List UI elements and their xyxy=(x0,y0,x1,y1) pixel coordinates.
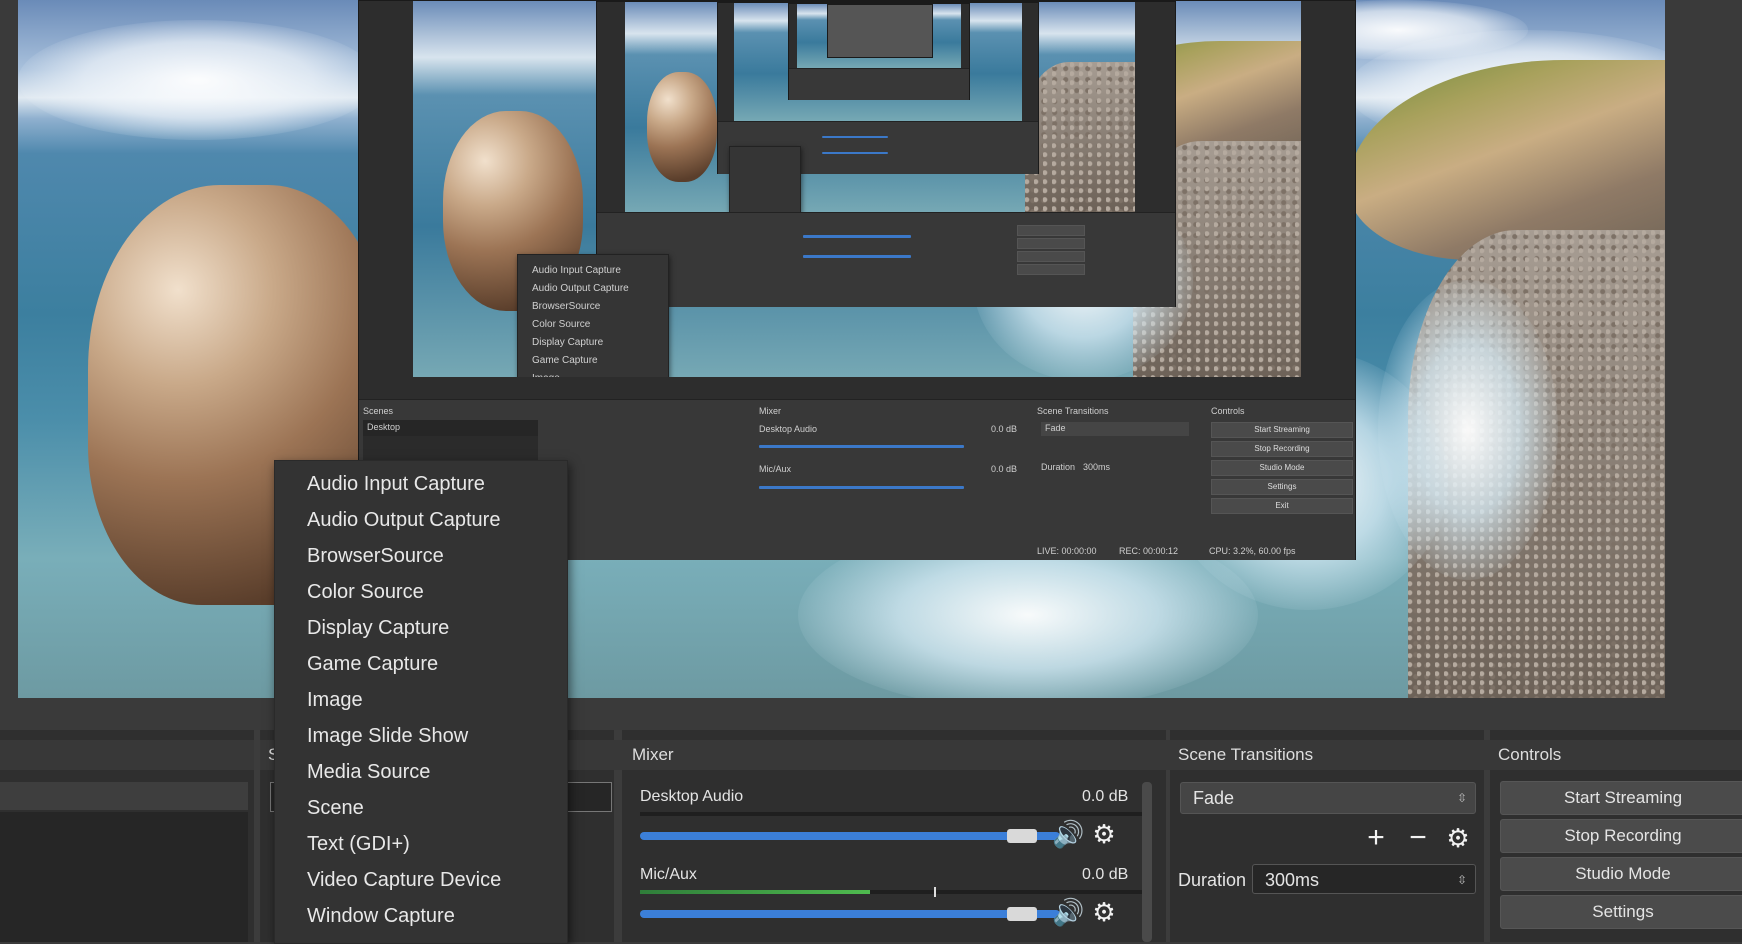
nested-duration-value: 300ms xyxy=(1083,462,1111,472)
scene-list[interactable] xyxy=(0,812,248,942)
nested-controls-title: Controls xyxy=(1211,406,1245,416)
nested-preview: Audio Input Capture Audio Output Capture… xyxy=(413,1,1301,377)
chevron-updown-icon: ⇳ xyxy=(1456,791,1467,805)
menu-item-image[interactable]: Image xyxy=(307,683,363,717)
menu-item-image-slide-show[interactable]: Image Slide Show xyxy=(307,719,468,753)
mic-aux-volume-handle[interactable] xyxy=(1006,907,1037,921)
nested-db-2: 0.0 dB xyxy=(991,464,1018,474)
add-source-context-menu: Audio Input Capture Audio Output Capture… xyxy=(274,460,568,944)
menu-item-audio-output-capture[interactable]: Audio Output Capture xyxy=(307,503,500,537)
desktop-audio-gear-icon[interactable]: ⚙ xyxy=(1090,820,1118,848)
mic-aux-volume-slider[interactable] xyxy=(640,910,1060,918)
nested-mic: Mic/Aux xyxy=(759,464,792,474)
mic-aux-meter xyxy=(640,890,1150,894)
mic-aux-peak-marker xyxy=(934,887,936,897)
scene-transitions-dock: Scene Transitions Fade ⇳ + − ⚙ Duration … xyxy=(1170,730,1492,942)
nested-scenes-title: Scenes xyxy=(363,406,394,416)
settings-button[interactable]: Settings xyxy=(1500,895,1742,929)
menu-item-text-gdi[interactable]: Text (GDI+) xyxy=(307,827,410,861)
nested-status-live: LIVE: 00:00:00 xyxy=(1037,546,1097,556)
nested-db-1: 0.0 dB xyxy=(991,424,1018,434)
studio-mode-button[interactable]: Studio Mode xyxy=(1500,857,1742,891)
mic-aux-label: Mic/Aux xyxy=(640,866,697,883)
menu-item-audio-input-capture[interactable]: Audio Input Capture xyxy=(307,467,485,501)
transition-select[interactable]: Fade ⇳ xyxy=(1180,782,1476,814)
duration-value: 300ms xyxy=(1265,870,1320,890)
menu-item-video-capture-device[interactable]: Video Capture Device xyxy=(307,863,501,897)
nested-duration-label: Duration xyxy=(1041,462,1076,472)
scene-transitions-title: Scene Transitions xyxy=(1170,740,1492,770)
mixer-title: Mixer xyxy=(622,740,1176,770)
remove-transition-icon[interactable]: − xyxy=(1404,823,1432,853)
nested-status-rec: REC: 00:00:12 xyxy=(1119,546,1179,556)
nested-btn-exit: Exit xyxy=(1211,498,1353,514)
nested-desktop-audio: Desktop Audio xyxy=(759,424,818,434)
duration-label: Duration xyxy=(1178,870,1247,890)
mixer-scrollbar[interactable] xyxy=(1142,782,1152,942)
menu-item-color-source[interactable]: Color Source xyxy=(307,575,424,609)
start-streaming-button[interactable]: Start Streaming xyxy=(1500,781,1742,815)
menu-item-game-capture[interactable]: Game Capture xyxy=(307,647,438,681)
spin-arrows-icon: ⇳ xyxy=(1456,873,1467,887)
nested-scene-item: Desktop xyxy=(367,422,401,432)
mic-aux-db: 0.0 dB xyxy=(1082,866,1129,883)
desktop-audio-volume-handle[interactable] xyxy=(1006,829,1037,843)
add-transition-icon[interactable]: + xyxy=(1362,823,1390,853)
mic-aux-speaker-icon[interactable]: 🔊 xyxy=(1052,898,1084,926)
nested-dock-l2 xyxy=(597,212,1175,307)
menu-item-window-capture[interactable]: Window Capture xyxy=(307,899,455,933)
mixer-dock: Mixer Desktop Audio 0.0 dB 🔊 ⚙ Mic/Aux 0… xyxy=(622,730,1176,942)
preview-canvas[interactable]: Audio Input Capture Audio Output Capture… xyxy=(18,0,1665,698)
transition-select-value: Fade xyxy=(1193,788,1235,808)
desktop-audio-db: 0.0 dB xyxy=(1082,788,1129,805)
nested-btn-settings: Settings xyxy=(1211,479,1353,495)
nested-btn-stream: Start Streaming xyxy=(1211,422,1353,438)
nested-mixer-title: Mixer xyxy=(759,406,781,416)
menu-item-scene[interactable]: Scene xyxy=(307,791,364,825)
nested-btn-rec: Stop Recording xyxy=(1211,441,1353,457)
nested-context-menu-l2: Audio Input Capture Audio Output Capture… xyxy=(517,254,669,377)
sky-cloud xyxy=(18,20,378,140)
nested-btn-studio: Studio Mode xyxy=(1211,460,1353,476)
menu-item-display-capture[interactable]: Display Capture xyxy=(307,611,449,645)
menu-item-media-source[interactable]: Media Source xyxy=(307,755,430,789)
nested-transition: Fade xyxy=(1045,423,1066,433)
desktop-audio-speaker-icon[interactable]: 🔊 xyxy=(1052,820,1084,848)
scenes-dock xyxy=(0,730,254,942)
desktop-audio-meter xyxy=(640,812,1150,816)
duration-input[interactable]: 300ms ⇳ xyxy=(1252,864,1476,894)
controls-title: Controls xyxy=(1490,740,1742,770)
nested-transitions-title: Scene Transitions xyxy=(1037,406,1109,416)
desktop-audio-volume-slider[interactable] xyxy=(640,832,1060,840)
nested-status-cpu: CPU: 3.2%, 60.00 fps xyxy=(1209,546,1296,556)
stop-recording-button[interactable]: Stop Recording xyxy=(1500,819,1742,853)
transition-properties-gear-icon[interactable]: ⚙ xyxy=(1444,824,1472,852)
scenes-dock-title xyxy=(0,740,254,770)
menu-item-browser-source[interactable]: BrowserSource xyxy=(307,539,444,573)
mic-aux-gear-icon[interactable]: ⚙ xyxy=(1090,898,1118,926)
scene-list-selected[interactable] xyxy=(0,782,248,810)
desktop-audio-label: Desktop Audio xyxy=(640,788,744,805)
